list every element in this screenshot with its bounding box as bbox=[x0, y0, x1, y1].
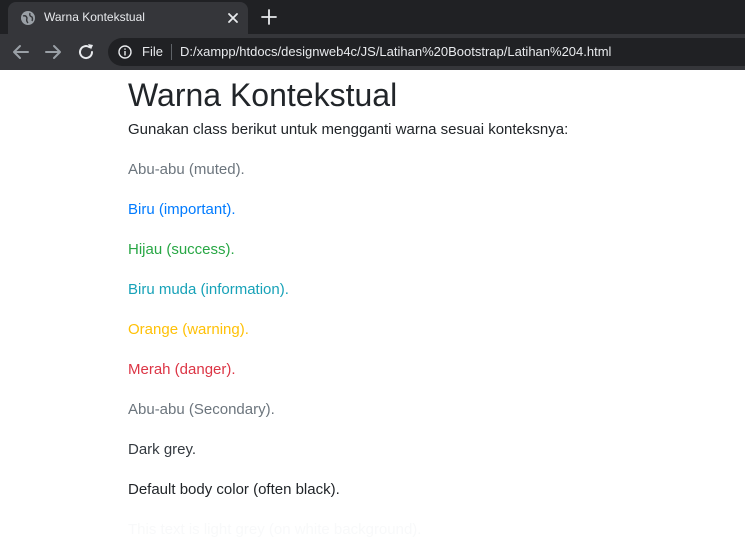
page-title: Warna Kontekstual bbox=[128, 77, 398, 113]
intro-text: Gunakan class berikut untuk mengganti wa… bbox=[128, 121, 569, 138]
url-text[interactable]: D:/xampp/htdocs/designweb4c/JS/Latihan%2… bbox=[180, 44, 611, 59]
arrow-right-icon[interactable] bbox=[42, 41, 64, 63]
tab-title: Warna Kontekstual bbox=[44, 10, 145, 24]
text-danger-line: Merah (danger). bbox=[128, 361, 236, 378]
browser-tab[interactable]: Warna Kontekstual bbox=[8, 2, 248, 34]
url-scheme-label: File bbox=[142, 44, 163, 59]
globe-icon bbox=[21, 11, 35, 25]
text-info-line: Biru muda (information). bbox=[128, 281, 289, 298]
reload-icon[interactable] bbox=[75, 41, 97, 63]
text-light-line: This text is light grey (on white backgr… bbox=[128, 521, 422, 538]
text-secondary-line: Abu-abu (Secondary). bbox=[128, 401, 275, 418]
tab-strip: Warna Kontekstual bbox=[0, 0, 745, 34]
text-dark-line: Dark grey. bbox=[128, 441, 197, 458]
text-muted-line: Abu-abu (muted). bbox=[128, 161, 245, 178]
text-body-line: Default body color (often black). bbox=[128, 481, 340, 498]
text-success-line: Hijau (success). bbox=[128, 241, 235, 258]
page-content: Warna Kontekstual Gunakan class berikut … bbox=[128, 70, 738, 541]
address-bar[interactable]: File D:/xampp/htdocs/designweb4c/JS/Lati… bbox=[108, 38, 745, 66]
browser-toolbar: File D:/xampp/htdocs/designweb4c/JS/Lati… bbox=[0, 34, 745, 70]
close-icon[interactable] bbox=[224, 9, 242, 27]
omnibox-divider bbox=[171, 44, 172, 60]
text-warning-line: Orange (warning). bbox=[128, 321, 249, 338]
text-primary-line: Biru (important). bbox=[128, 201, 236, 218]
plus-icon[interactable] bbox=[260, 8, 278, 26]
info-icon[interactable] bbox=[118, 45, 132, 59]
arrow-left-icon[interactable] bbox=[10, 41, 32, 63]
